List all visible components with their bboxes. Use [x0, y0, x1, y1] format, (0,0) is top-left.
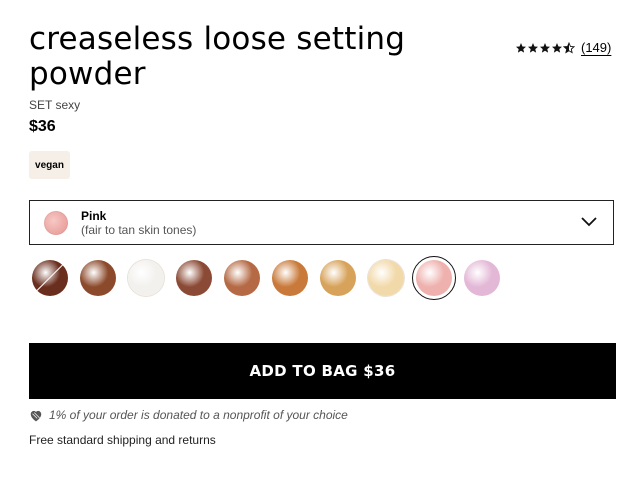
- shade-swatches: [32, 256, 500, 300]
- add-to-bag-button[interactable]: ADD TO BAG $36: [29, 343, 616, 399]
- donation-note: 1% of your order is donated to a nonprof…: [29, 408, 348, 422]
- shade-swatch[interactable]: [412, 256, 456, 300]
- review-count-link[interactable]: (149): [581, 40, 611, 55]
- shipping-info: Free standard shipping and returns: [29, 433, 216, 447]
- selected-shade-swatch: [44, 210, 68, 235]
- shade-swatch[interactable]: [176, 260, 212, 296]
- selected-shade-description: (fair to tan skin tones): [81, 222, 197, 237]
- shade-swatch[interactable]: [128, 260, 164, 296]
- rating[interactable]: (149): [515, 40, 611, 55]
- unavailable-strike: [35, 263, 65, 292]
- selected-shade-name: Pink: [81, 208, 107, 223]
- shade-dropdown[interactable]: Pink (fair to tan skin tones): [29, 200, 614, 245]
- shade-swatch[interactable]: [32, 260, 68, 296]
- heart-icon: [30, 410, 42, 421]
- product-price: $36: [29, 118, 56, 135]
- shade-swatch[interactable]: [320, 260, 356, 296]
- chevron-down-icon: [581, 217, 597, 227]
- product-subtitle: SET sexy: [29, 98, 81, 112]
- shade-swatch[interactable]: [368, 260, 404, 296]
- donation-text: 1% of your order is donated to a nonprof…: [49, 408, 348, 422]
- star-icon: [540, 42, 550, 53]
- shade-swatch[interactable]: [224, 260, 260, 296]
- star-icon: [516, 42, 526, 53]
- vegan-badge: vegan: [29, 151, 70, 179]
- star-rating: [515, 41, 575, 54]
- shade-swatch[interactable]: [80, 260, 116, 296]
- shade-swatch[interactable]: [464, 260, 500, 296]
- star-icon: [552, 42, 562, 53]
- star-icon: [528, 42, 538, 53]
- product-title: creaseless loose setting powder: [29, 21, 406, 92]
- shade-swatch[interactable]: [272, 260, 308, 296]
- half-star-icon: [563, 41, 575, 54]
